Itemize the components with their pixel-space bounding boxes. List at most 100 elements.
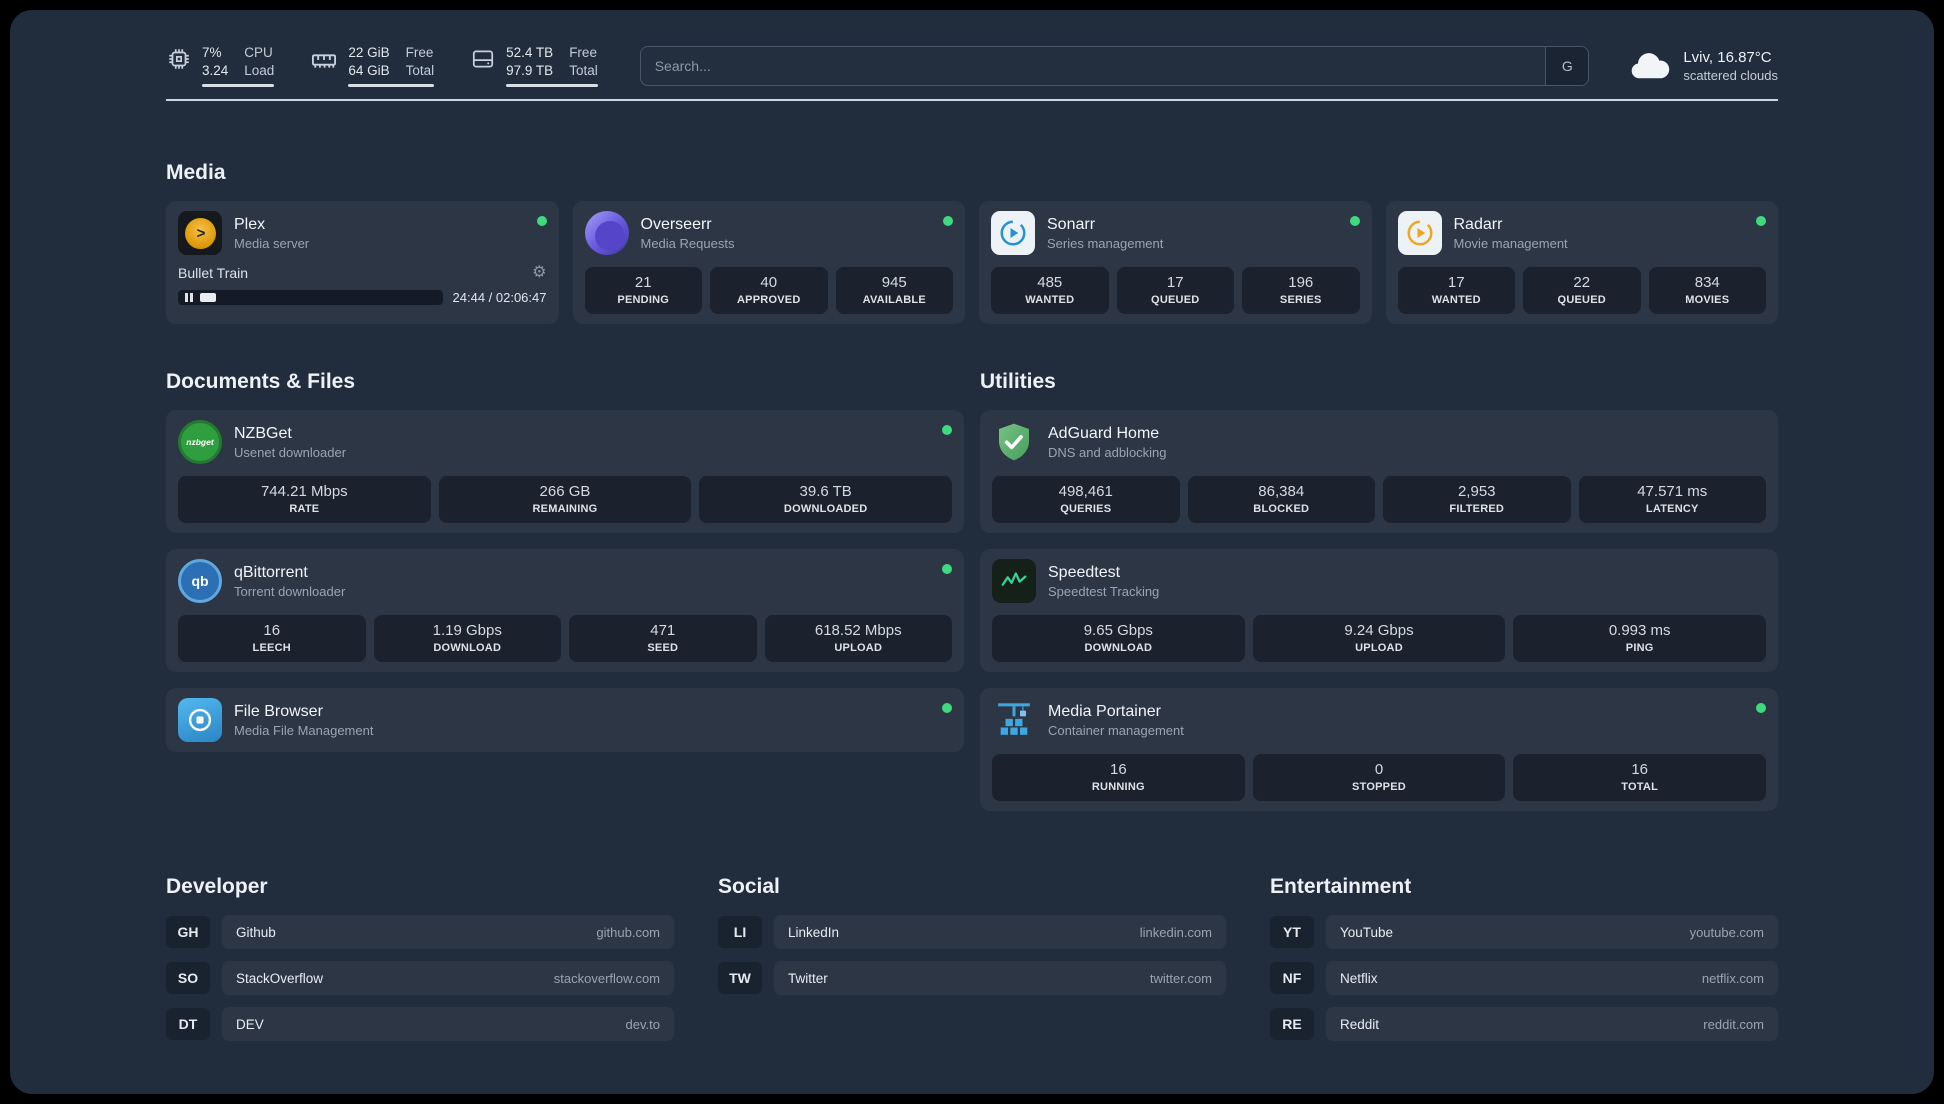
stat-remaining: 266 GB REMAINING <box>438 476 692 524</box>
bookmark-abbr[interactable]: DT <box>166 1008 210 1041</box>
status-dot <box>942 564 952 575</box>
cpu-usage-bar <box>202 84 275 88</box>
bookmark-twitter[interactable]: TW Twitter twitter.com <box>718 961 1226 996</box>
service-card-nzbget[interactable]: nzbget NZBGet Usenet downloader 744.21 M… <box>166 410 964 534</box>
bookmark-link[interactable]: StackOverflow stackoverflow.com <box>222 961 674 996</box>
bookmark-abbr[interactable]: NF <box>1270 962 1314 995</box>
service-name: File Browser <box>234 702 323 720</box>
bookmark-netflix[interactable]: NF Netflix netflix.com <box>1270 961 1778 996</box>
service-card-speedtest[interactable]: Speedtest Speedtest Tracking 9.65 Gbps DO… <box>980 549 1778 673</box>
service-description: Speedtest Tracking <box>1048 583 1160 599</box>
status-dot <box>942 425 952 436</box>
stat-downloaded: 39.6 TB DOWNLOADED <box>699 476 952 524</box>
topbar-divider <box>166 99 1778 102</box>
stat-upload: 9.24 Gbps UPLOAD <box>1252 615 1506 663</box>
stat-wanted: 485 WANTED <box>991 267 1109 315</box>
bookmark-github[interactable]: GH Github github.com <box>166 915 674 950</box>
bookmark-link[interactable]: YouTube youtube.com <box>1326 915 1778 950</box>
bookmark-reddit[interactable]: RE Reddit reddit.com <box>1270 1007 1778 1042</box>
playback-progress-bar[interactable] <box>178 290 443 306</box>
service-card-sonarr[interactable]: Sonarr Series management 485 WANTED 17 QUE… <box>979 201 1372 325</box>
weather-condition: scattered clouds <box>1683 67 1778 83</box>
bookmark-abbr[interactable]: YT <box>1270 916 1314 949</box>
cpu-values: 7% 3.24 <box>202 45 229 78</box>
service-description: Media File Management <box>234 722 374 738</box>
service-card-portainer[interactable]: Media Portainer Container management 16 R… <box>980 688 1778 812</box>
memory-icon <box>312 54 337 68</box>
service-description: Media Requests <box>640 235 735 251</box>
status-dot <box>1349 216 1360 227</box>
pause-icon[interactable] <box>185 293 193 303</box>
weather-widget: Lviv, 16.87°C scattered clouds <box>1629 49 1778 83</box>
stat-rate: 744.21 Mbps RATE <box>178 476 431 524</box>
bookmark-abbr[interactable]: LI <box>718 916 762 949</box>
bookmark-link[interactable]: Netflix netflix.com <box>1326 961 1778 996</box>
bookmark-youtube[interactable]: YT YouTube youtube.com <box>1270 915 1778 950</box>
bookmark-abbr[interactable]: SO <box>166 962 210 995</box>
service-name: AdGuard Home <box>1048 424 1160 442</box>
bookmark-stackoverflow[interactable]: SO StackOverflow stackoverflow.com <box>166 961 674 996</box>
bookmark-link[interactable]: DEV dev.to <box>222 1007 674 1042</box>
status-dot <box>1756 216 1766 227</box>
cpu-icon <box>169 49 189 69</box>
memory-labels: Free Total <box>405 45 435 78</box>
service-card-overseerr[interactable]: Overseerr Media Requests 21 PENDING 40 APP… <box>572 201 965 325</box>
stat-queued: 22 QUEUED <box>1523 267 1641 315</box>
section-media: Media > Plex Media server Bullet Train ⚙… <box>166 161 1778 325</box>
search-provider-button[interactable]: G <box>1545 46 1589 85</box>
bookmark-link[interactable]: Twitter twitter.com <box>774 961 1226 996</box>
bookmark-link[interactable]: Github github.com <box>222 915 674 950</box>
section-heading-media: Media <box>166 161 226 185</box>
service-name: Sonarr <box>1047 215 1096 233</box>
service-card-filebrowser[interactable]: File Browser Media File Management <box>166 688 964 753</box>
section-heading-social: Social <box>718 875 780 899</box>
service-card-qbittorrent[interactable]: qb qBittorrent Torrent downloader 16 LEEC… <box>166 549 964 673</box>
filebrowser-icon <box>178 698 222 743</box>
stat-queued: 17 QUEUED <box>1116 267 1234 315</box>
stat-queries: 498,461 QUERIES <box>992 476 1180 524</box>
service-name: qBittorrent <box>234 563 308 581</box>
bookmark-link[interactable]: Reddit reddit.com <box>1326 1007 1778 1042</box>
stat-series: 196 SERIES <box>1242 267 1360 315</box>
section-utilities: Utilities AdGuard Home DNS and adblockin… <box>980 370 1778 812</box>
status-dot <box>1756 703 1766 714</box>
search-input[interactable] <box>640 57 1546 74</box>
cpu-widget: 7% 3.24 CPU Load <box>166 44 275 88</box>
status-dot <box>943 216 953 227</box>
now-playing-title: Bullet Train <box>178 265 249 282</box>
stat-available: 945 AVAILABLE <box>835 267 953 315</box>
bookmark-abbr[interactable]: RE <box>1270 1008 1314 1041</box>
stat-leech: 16 LEECH <box>178 615 366 663</box>
service-name: Overseerr <box>640 215 712 233</box>
disk-values: 52.4 TB 97.9 TB <box>506 45 554 78</box>
dashboard-panel: 7% 3.24 CPU Load 22 GiB 64 GiB Free Total <box>10 10 1934 1094</box>
disk-usage-bar <box>506 84 598 88</box>
service-description: Usenet downloader <box>234 444 347 460</box>
cpu-labels: CPU Load <box>244 45 275 78</box>
bookmark-abbr[interactable]: TW <box>718 962 762 995</box>
bookmark-link[interactable]: LinkedIn linkedin.com <box>774 915 1226 950</box>
service-card-adguard[interactable]: AdGuard Home DNS and adblocking 498,461 Q… <box>980 410 1778 534</box>
memory-usage-bar <box>348 84 435 88</box>
memory-widget: 22 GiB 64 GiB Free Total <box>310 44 435 88</box>
section-social: Social LI LinkedIn linkedin.com TW Twitte… <box>718 875 1226 1041</box>
stat-upload: 618.52 Mbps UPLOAD <box>764 615 952 663</box>
stat-movies: 834 MOVIES <box>1648 267 1766 315</box>
bookmark-linkedin[interactable]: LI LinkedIn linkedin.com <box>718 915 1226 950</box>
stat-total: 16 TOTAL <box>1513 754 1766 802</box>
service-card-plex[interactable]: > Plex Media server Bullet Train ⚙ 24:44… <box>166 201 559 325</box>
section-heading-documents: Documents & Files <box>166 370 356 394</box>
gear-icon[interactable]: ⚙ <box>532 265 546 281</box>
service-description: DNS and adblocking <box>1048 444 1167 460</box>
stat-download: 9.65 Gbps DOWNLOAD <box>992 615 1245 663</box>
bookmark-abbr[interactable]: GH <box>166 916 210 949</box>
status-dot <box>942 703 952 714</box>
stat-seed: 471 SEED <box>569 615 757 663</box>
section-heading-entertainment: Entertainment <box>1270 875 1412 899</box>
disk-icon <box>473 50 494 68</box>
service-card-radarr[interactable]: Radarr Movie management 17 WANTED 22 QUEUE… <box>1385 201 1778 325</box>
stat-download: 1.19 Gbps DOWNLOAD <box>373 615 561 663</box>
qbittorrent-icon: qb <box>178 559 222 604</box>
bookmark-dev[interactable]: DT DEV dev.to <box>166 1007 674 1042</box>
memory-values: 22 GiB 64 GiB <box>348 45 390 78</box>
